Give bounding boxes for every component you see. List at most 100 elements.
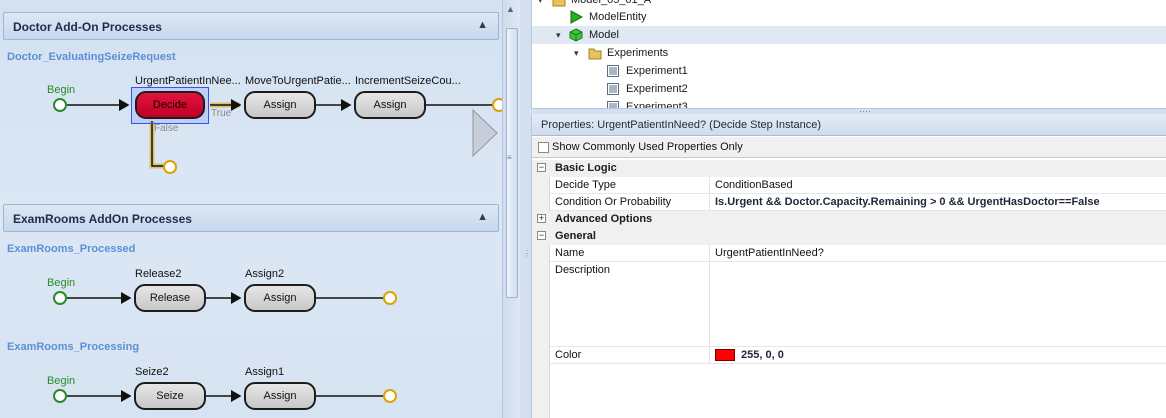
property-value[interactable]: 255, 0, 0: [741, 349, 784, 361]
column-divider: [709, 194, 710, 211]
end-node[interactable]: [492, 98, 502, 112]
process-name[interactable]: Doctor_EvaluatingSeizeRequest: [7, 51, 176, 63]
assign-step[interactable]: Assign: [354, 91, 426, 119]
property-name: Description: [555, 264, 611, 276]
checkbox-label: Show Commonly Used Properties Only: [552, 141, 743, 153]
scrollbar-thumb[interactable]: [506, 28, 518, 298]
step-label: Assign1: [245, 366, 285, 378]
experiment-icon: [607, 65, 619, 77]
expand-chevron-icon[interactable]: ▾: [556, 26, 561, 44]
section-header-doctor[interactable]: Doctor Add-On Processes ▲: [3, 12, 499, 40]
begin-node[interactable]: [53, 98, 67, 112]
seize-step[interactable]: Seize: [134, 382, 206, 410]
property-name: Decide Type: [555, 179, 616, 191]
property-value[interactable]: Is.Urgent && Doctor.Capacity.Remaining >…: [715, 196, 1100, 208]
end-node[interactable]: [383, 389, 397, 403]
assign-step[interactable]: Assign: [244, 284, 316, 312]
tree-item-label: Experiment3: [626, 101, 688, 108]
row-gutter: [532, 262, 550, 347]
vertical-scrollbar[interactable]: ▲ ≡: [502, 0, 520, 418]
category-basic-logic[interactable]: − Basic Logic: [532, 160, 1166, 177]
row-gutter: [532, 364, 550, 418]
step-label: Seize2: [135, 366, 169, 378]
tree-item-experiment2[interactable]: Experiment2: [532, 80, 1166, 98]
end-node[interactable]: [383, 291, 397, 305]
experiment-icon: [607, 101, 619, 108]
experiment-icon: [607, 83, 619, 95]
step-label: IncrementSeizeCou...: [355, 75, 461, 87]
folder-icon: [552, 0, 566, 7]
splitter-grip-icon: ⋮: [523, 249, 531, 258]
tree-item-label: Model: [589, 29, 619, 41]
column-divider: [709, 262, 710, 347]
process-name[interactable]: ExamRooms_Processing: [7, 341, 139, 353]
process-panel: Doctor Add-On Processes ▲ Doctor_Evaluat…: [0, 0, 502, 418]
row-gutter: [532, 194, 550, 211]
property-value[interactable]: UrgentPatientInNeed?: [715, 247, 824, 259]
category-label: General: [555, 230, 596, 242]
assign-step[interactable]: Assign: [244, 91, 316, 119]
project-tree: ▾ Model_05_01_A ModelEntity ▾ Model ▾ Ex…: [531, 0, 1166, 108]
tree-item-experiment1[interactable]: Experiment1: [532, 62, 1166, 80]
scroll-right-chevron-icon[interactable]: [472, 108, 498, 158]
property-row-condition[interactable]: Condition Or Probability Is.Urgent && Do…: [532, 194, 1166, 211]
entity-arrow-icon: [570, 10, 583, 24]
tree-item-label: Experiment1: [626, 65, 688, 77]
property-row-description[interactable]: Description: [532, 262, 1166, 347]
property-value[interactable]: ConditionBased: [715, 179, 793, 191]
step-label: Release2: [135, 268, 182, 280]
collapse-icon[interactable]: −: [537, 163, 546, 172]
column-divider: [709, 347, 710, 364]
panel-splitter[interactable]: ⋮: [520, 0, 531, 418]
tree-item-model[interactable]: ▾ Model: [532, 26, 1166, 44]
tree-item-label: ModelEntity: [589, 11, 647, 23]
row-gutter: [532, 177, 550, 194]
checkbox[interactable]: [538, 142, 549, 153]
category-advanced-options[interactable]: + Advanced Options: [532, 211, 1166, 228]
tree-item-label: Experiment2: [626, 83, 688, 95]
show-common-properties-toggle[interactable]: Show Commonly Used Properties Only: [532, 137, 1166, 158]
begin-node[interactable]: [53, 389, 67, 403]
begin-node[interactable]: [53, 291, 67, 305]
properties-panel: Properties: UrgentPatientInNeed? (Decide…: [531, 114, 1166, 418]
decide-step[interactable]: Decide: [135, 91, 205, 119]
expand-chevron-icon[interactable]: ▾: [574, 44, 579, 62]
tree-item-experiment3[interactable]: Experiment3: [532, 98, 1166, 108]
category-general[interactable]: − General: [532, 228, 1166, 245]
step-label: UrgentPatientInNee...: [135, 75, 241, 87]
false-port-label: False: [154, 123, 179, 134]
begin-label: Begin: [47, 84, 76, 96]
property-name: Condition Or Probability: [555, 196, 672, 208]
properties-title: Properties: UrgentPatientInNeed? (Decide…: [532, 114, 1166, 136]
release-step[interactable]: Release: [134, 284, 206, 312]
section-title: Doctor Add-On Processes: [13, 20, 162, 34]
tree-item-modelentity[interactable]: ModelEntity: [532, 8, 1166, 26]
tree-item-label: Experiments: [607, 47, 669, 59]
scroll-up-icon[interactable]: ▲: [506, 4, 515, 14]
row-gutter: [532, 245, 550, 262]
property-name: Color: [555, 349, 582, 361]
property-row-decide-type[interactable]: Decide Type ConditionBased: [532, 177, 1166, 194]
expand-icon[interactable]: +: [537, 214, 546, 223]
end-node[interactable]: [163, 160, 177, 174]
column-divider: [709, 177, 710, 194]
begin-label: Begin: [47, 375, 76, 387]
collapse-caret-icon[interactable]: ▲: [477, 211, 488, 223]
assign-step[interactable]: Assign: [244, 382, 316, 410]
section-header-examrooms[interactable]: ExamRooms AddOn Processes ▲: [3, 204, 499, 232]
folder-icon: [588, 48, 602, 60]
grip-icon: ≡: [507, 153, 512, 162]
row-gutter: [532, 347, 550, 364]
color-swatch[interactable]: [715, 349, 735, 361]
property-row-name[interactable]: Name UrgentPatientInNeed?: [532, 245, 1166, 262]
column-divider: [709, 245, 710, 262]
model-cube-icon: [569, 28, 583, 42]
tree-item-experiments[interactable]: ▾ Experiments: [532, 44, 1166, 62]
collapse-caret-icon[interactable]: ▲: [477, 19, 488, 31]
process-name[interactable]: ExamRooms_Processed: [7, 243, 135, 255]
collapse-icon[interactable]: −: [537, 231, 546, 240]
step-label: MoveToUrgentPatie...: [245, 75, 351, 87]
begin-label: Begin: [47, 277, 76, 289]
category-label: Advanced Options: [555, 213, 653, 225]
property-row-color[interactable]: Color 255, 0, 0: [532, 347, 1166, 364]
